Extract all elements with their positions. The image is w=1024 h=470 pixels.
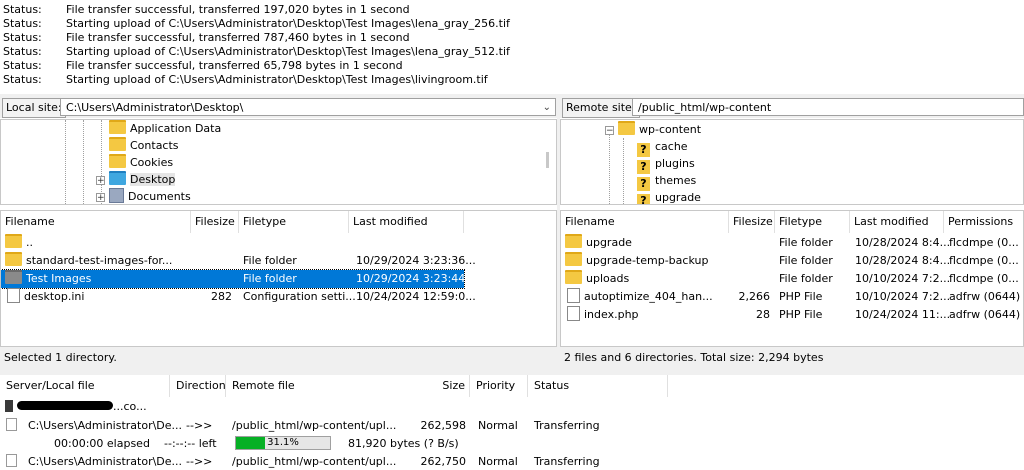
tree-scrollbar[interactable] [546,152,549,168]
local-directory-tree[interactable]: Application Data Contacts Cookies + Deskt… [0,119,557,205]
sort-arrow-icon: ⌃ [75,210,83,217]
redacted-hostname [17,401,113,410]
documents-icon [109,188,124,203]
list-item[interactable]: standard-test-images-for... File folder … [1,252,476,270]
list-item[interactable]: uploads File folder 10/10/2024 7:2... fl… [561,270,1023,288]
remote-status-bar: 2 files and 6 directories. Total size: 2… [560,347,1024,369]
tree-item-cookies[interactable]: Cookies [109,154,173,171]
collapse-icon[interactable]: − [605,126,614,136]
folder-icon [109,137,126,151]
list-item[interactable]: autoptimize_404_han... 2,266 PHP File 10… [561,288,1023,306]
column-header-filename[interactable]: Filename [1,211,191,233]
tree-item-documents[interactable]: + Documents [96,188,191,204]
tree-item-plugins[interactable]: ? plugins [637,155,695,174]
desktop-folder-icon [109,171,126,185]
tree-item-wp-content[interactable]: − wp-content [605,121,701,138]
folder-icon [5,270,22,284]
column-header-modified[interactable]: Last modified [349,211,464,233]
list-item[interactable]: desktop.ini 282 Configuration setti... 1… [1,288,476,306]
column-header-modified[interactable]: Last modified [850,211,944,233]
transferred-bytes: 81,920 bytes (? B/s) [348,437,459,450]
folder-icon [565,270,582,284]
vertical-splitter[interactable] [557,96,560,369]
remote-site-bar: Remote site: /public_html/wp-content [560,96,1024,118]
column-header-status[interactable]: Status [528,375,668,397]
column-header-size[interactable]: Size [398,375,470,397]
tree-item-desktop[interactable]: + Desktop [96,171,176,188]
remote-site-label: Remote site: [562,98,640,118]
chevron-down-icon[interactable]: ⌄ [543,99,551,117]
folder-icon [618,121,635,135]
folder-icon [5,234,22,248]
file-icon [7,288,20,303]
time-left: --:--:-- left [164,437,217,450]
remote-directory-tree[interactable]: − wp-content ? cache ? plugins ? themes ? upg… [560,119,1024,205]
local-path-value: C:\Users\Administrator\Desktop\ [66,101,244,114]
elapsed-time: 00:00:00 elapsed [54,437,150,450]
file-icon [6,454,17,467]
expand-icon[interactable]: + [96,176,105,186]
folder-icon [565,234,582,248]
expand-icon[interactable]: + [96,193,105,203]
tree-item-contacts[interactable]: Contacts [109,137,179,154]
local-site-label: Local site: [2,98,66,118]
file-icon [6,418,17,431]
unknown-folder-icon: ? [637,194,650,204]
column-header-filesize[interactable]: Filesize [729,211,775,233]
progress-percent: 31.1% [267,437,299,448]
queue-server-row[interactable]: ...co... [5,399,147,415]
tree-item-application-data[interactable]: Application Data [109,120,221,137]
transfer-progress-bar: 31.1% [235,436,331,450]
folder-icon [565,252,582,266]
list-item[interactable]: index.php 28 PHP File 10/24/2024 11:... … [561,306,1023,324]
local-status-bar: Selected 1 directory. [0,347,557,369]
tree-item-cache[interactable]: ? cache [637,138,688,157]
folder-icon [5,252,22,266]
transfer-queue[interactable]: Server/Local file Direction Remote file … [0,375,1024,469]
remote-path-value: /public_html/wp-content [638,101,772,114]
column-header-filesize[interactable]: Filesize [191,211,239,233]
list-item[interactable]: upgrade File folder 10/28/2024 8:4... fl… [561,234,1023,252]
list-item[interactable]: upgrade-temp-backup File folder 10/28/20… [561,252,1023,270]
local-path-input[interactable]: C:\Users\Administrator\Desktop\ ⌄ [60,98,556,116]
file-icon [567,288,580,303]
column-header-priority[interactable]: Priority [470,375,528,397]
column-header-filetype[interactable]: Filetype [775,211,850,233]
local-site-bar: Local site: C:\Users\Administrator\Deskt… [0,96,557,118]
column-header-permissions[interactable]: Permissions [944,211,1023,233]
column-header-server-local[interactable]: Server/Local file [0,375,170,397]
file-icon [567,306,580,321]
server-icon [5,400,13,412]
folder-icon [109,120,126,134]
column-header-direction[interactable]: Direction [170,375,226,397]
list-item-selected[interactable]: Test Images File folder 10/29/2024 3:23:… [1,269,476,289]
remote-file-list[interactable]: Filename Filesize Filetype Last modified… [560,210,1024,347]
list-item[interactable]: .. [1,234,464,252]
tree-item-themes[interactable]: ? themes [637,172,696,191]
column-header-filename[interactable]: Filename [561,211,729,233]
column-header-filetype[interactable]: Filetype [239,211,349,233]
remote-path-input[interactable]: /public_html/wp-content [632,98,1024,116]
folder-icon [109,154,126,168]
message-log[interactable]: Status: File transfer successful, transfe… [0,0,1024,94]
local-file-list[interactable]: Filename ⌃ Filesize Filetype Last modifi… [0,210,557,347]
tree-item-upgrade[interactable]: ? upgrade [637,189,701,204]
